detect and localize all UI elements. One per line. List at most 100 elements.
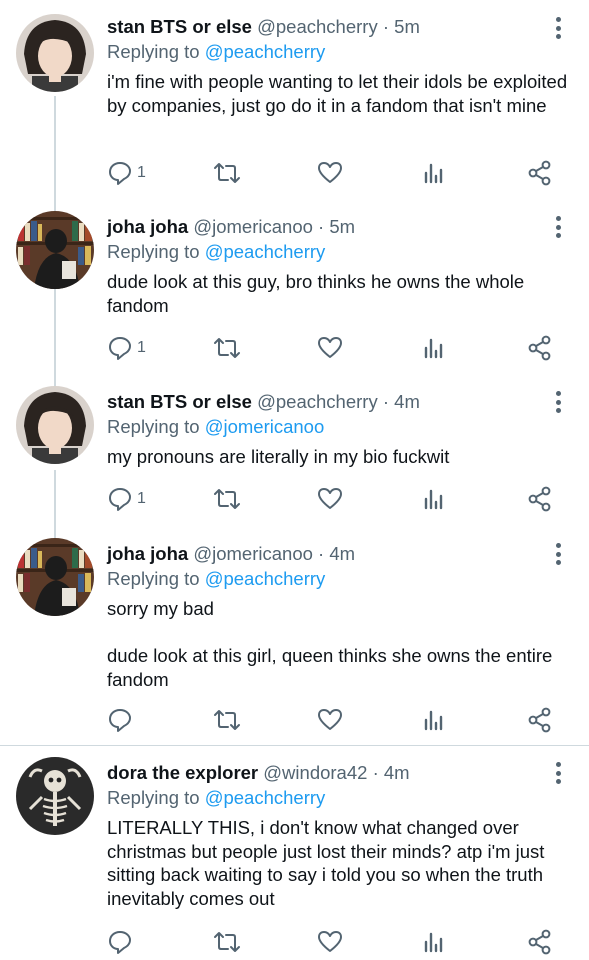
tweet-header: joha joha @jomericanoo · 5m — [107, 215, 573, 239]
like-button[interactable] — [317, 928, 343, 956]
separator: · — [318, 216, 325, 237]
separator: · — [318, 543, 325, 564]
replying-to-label: Replying to — [107, 41, 200, 62]
mention-link[interactable]: @peachcherry — [205, 568, 326, 589]
like-icon — [318, 931, 342, 952]
like-icon — [318, 709, 342, 730]
mention-link[interactable]: @jomericanoo — [205, 416, 325, 437]
avatar[interactable] — [16, 211, 94, 289]
timestamp[interactable]: 5m — [394, 16, 420, 37]
tweet-text: LITERALLY THIS, i don't know what change… — [107, 817, 550, 909]
more-options-icon[interactable] — [555, 391, 561, 413]
reply-button[interactable] — [107, 928, 137, 956]
replying-to-label: Replying to — [107, 787, 200, 808]
tweet-header: stan BTS or else @peachcherry · 4m — [107, 390, 573, 414]
like-icon — [318, 337, 342, 358]
reply-button[interactable]: 1 — [107, 485, 146, 513]
retweet-button[interactable] — [213, 706, 241, 734]
tweet[interactable]: stan BTS or else @peachcherry · 5m Reply… — [0, 0, 589, 200]
reply-button[interactable]: 1 — [107, 159, 146, 187]
timestamp[interactable]: 4m — [384, 762, 410, 783]
analytics-button[interactable] — [423, 334, 445, 362]
timestamp[interactable]: 4m — [329, 543, 355, 564]
profile-photo-skeleton — [16, 757, 94, 835]
replying-to-label: Replying to — [107, 416, 200, 437]
avatar[interactable] — [16, 757, 94, 835]
user-handle[interactable]: @windora42 — [263, 762, 367, 783]
avatar[interactable] — [16, 538, 94, 616]
tweet-header: joha joha @jomericanoo · 4m — [107, 542, 573, 566]
tweet[interactable]: dora the explorer @windora42 · 4m Replyi… — [0, 746, 589, 960]
retweet-icon — [214, 163, 240, 183]
mention-link[interactable]: @peachcherry — [205, 787, 326, 808]
more-options-icon[interactable] — [555, 543, 561, 565]
reply-icon — [109, 488, 131, 511]
analytics-icon — [424, 489, 443, 510]
separator: · — [382, 391, 390, 412]
retweet-icon — [214, 932, 240, 952]
tweet[interactable]: joha joha @jomericanoo · 4m Replying to … — [0, 527, 589, 745]
user-handle[interactable]: @jomericanoo — [193, 543, 313, 564]
display-name[interactable]: stan BTS or else — [107, 16, 252, 37]
reply-button[interactable] — [107, 706, 137, 734]
display-name[interactable]: stan BTS or else — [107, 391, 252, 412]
analytics-button[interactable] — [423, 706, 445, 734]
user-handle[interactable]: @peachcherry — [257, 391, 378, 412]
profile-photo-bookshelf — [16, 538, 94, 616]
user-handle[interactable]: @peachcherry — [257, 16, 378, 37]
share-button[interactable] — [527, 706, 553, 734]
display-name[interactable]: joha joha — [107, 216, 188, 237]
share-icon — [528, 335, 551, 361]
mention-link[interactable]: @peachcherry — [205, 241, 326, 262]
analytics-button[interactable] — [423, 485, 445, 513]
analytics-icon — [424, 163, 443, 184]
analytics-button[interactable] — [423, 928, 445, 956]
display-name[interactable]: dora the explorer — [107, 762, 258, 783]
retweet-button[interactable] — [213, 334, 241, 362]
analytics-icon — [424, 338, 443, 359]
profile-photo-person — [16, 14, 94, 92]
share-icon — [528, 929, 551, 955]
user-handle[interactable]: @jomericanoo — [193, 216, 313, 237]
like-button[interactable] — [317, 334, 343, 362]
more-options-icon[interactable] — [555, 762, 561, 784]
reply-count: 1 — [137, 164, 146, 181]
like-button[interactable] — [317, 706, 343, 734]
reply-count: 1 — [137, 490, 146, 507]
replying-to: Replying to @peachcherry — [107, 786, 573, 810]
share-button[interactable] — [527, 159, 553, 187]
retweet-button[interactable] — [213, 928, 241, 956]
analytics-icon — [424, 932, 443, 953]
share-icon — [528, 160, 551, 186]
retweet-button[interactable] — [213, 159, 241, 187]
mention-link[interactable]: @peachcherry — [205, 41, 326, 62]
like-button[interactable] — [317, 159, 343, 187]
tweet-actions: 1 — [107, 485, 559, 513]
retweet-icon — [214, 338, 240, 358]
reply-button[interactable]: 1 — [107, 334, 146, 362]
timestamp[interactable]: 4m — [394, 391, 420, 412]
more-options-icon[interactable] — [555, 17, 561, 39]
replying-to-label: Replying to — [107, 568, 200, 589]
retweet-icon — [214, 489, 240, 509]
avatar[interactable] — [16, 14, 94, 92]
share-button[interactable] — [527, 485, 553, 513]
avatar[interactable] — [16, 386, 94, 464]
tweet-actions: 1 — [107, 334, 559, 362]
tweet-actions — [107, 928, 559, 956]
share-button[interactable] — [527, 928, 553, 956]
tweet-text: sorry my bad dude look at this girl, que… — [107, 598, 553, 690]
replying-to: Replying to @peachcherry — [107, 40, 573, 64]
more-options-icon[interactable] — [555, 216, 561, 238]
display-name[interactable]: joha joha — [107, 543, 188, 564]
retweet-button[interactable] — [213, 485, 241, 513]
separator: · — [372, 762, 379, 783]
tweet[interactable]: joha joha @jomericanoo · 5m Replying to … — [0, 200, 589, 375]
tweet[interactable]: stan BTS or else @peachcherry · 4m Reply… — [0, 375, 589, 527]
tweet-actions — [107, 706, 559, 734]
reply-icon — [109, 931, 131, 954]
like-button[interactable] — [317, 485, 343, 513]
timestamp[interactable]: 5m — [329, 216, 355, 237]
share-button[interactable] — [527, 334, 553, 362]
analytics-button[interactable] — [423, 159, 445, 187]
